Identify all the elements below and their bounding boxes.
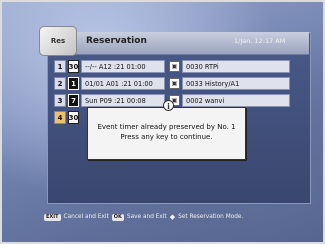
day-box: 30 (68, 111, 79, 124)
channel-icon: ▣ (169, 78, 180, 89)
page-title: Reservation (86, 36, 147, 46)
arrow-keys-icon: ◆ (169, 213, 176, 221)
row-number: 3 (54, 94, 66, 107)
reservation-time[interactable]: 01/01 A01 :21 01:00 (81, 77, 165, 90)
dialog-message: Event timer already preserved by No. 1 (97, 123, 236, 131)
reservation-logo-icon: Res (39, 26, 77, 56)
arrow-help-label: Set Reservation Mode. (178, 214, 244, 220)
ok-help-label: Save and Exit (126, 214, 167, 220)
exit-help-label: Cancel and Exit (63, 214, 109, 220)
logo-text: Res (50, 37, 66, 45)
row-number: 4 (54, 111, 66, 124)
clock-display: 1/Jan. 12:17 AM (234, 37, 286, 45)
channel-icon: ▣ (169, 61, 180, 72)
reservation-time[interactable]: --/-- A12 :21 01:00 (81, 60, 165, 73)
dialog-instruction: Press any key to continue. (120, 133, 213, 141)
help-bar: EXIT Cancel and Exit OK Save and Exit ◆ … (44, 212, 243, 222)
row-number: 1 (54, 60, 66, 73)
reservation-time[interactable]: Sun P09 :21 00:08 (81, 94, 165, 107)
alert-dialog[interactable]: Event timer already preserved by No. 1 P… (87, 107, 246, 160)
tv-screen: Res Reservation 1/Jan. 12:17 AM 1 30 --/… (0, 0, 325, 244)
reservation-channel[interactable]: 0002 wanvi (182, 94, 290, 107)
day-box: 30 (68, 60, 79, 73)
info-icon: i (163, 100, 174, 111)
row-number: 2 (54, 77, 66, 90)
ok-key-icon: OK (111, 213, 124, 221)
exit-key-icon: EXIT (44, 213, 61, 221)
reservation-channel[interactable]: 0030 RTPi (182, 60, 290, 73)
day-box: 1 (68, 77, 79, 90)
day-box: 7 (68, 94, 79, 107)
reservation-channel[interactable]: 0033 History/A1 (182, 77, 290, 90)
